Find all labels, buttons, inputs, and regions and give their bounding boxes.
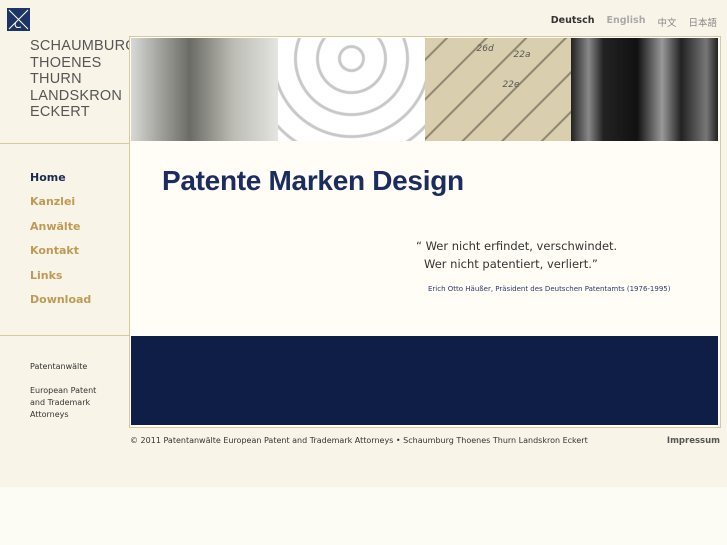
wire-image xyxy=(277,38,425,141)
navy-panel xyxy=(131,336,718,425)
quote-line: Wer nicht patentiert, verliert.” xyxy=(424,257,598,271)
drawing-label: 22e xyxy=(502,80,520,90)
quote-line: “ Wer nicht erfindet, verschwindet. xyxy=(416,239,618,253)
tagline-text: and Trademark xyxy=(30,398,91,407)
patent-drawing-image: 26d 22a 22e xyxy=(424,38,572,141)
gear-image xyxy=(131,38,278,141)
nav-kontakt[interactable]: Kontakt xyxy=(30,239,91,263)
divider xyxy=(0,335,130,336)
metal-image xyxy=(571,38,718,141)
firm-name-line: LANDSKRON xyxy=(30,87,123,104)
tagline-text: Attorneys xyxy=(30,410,69,419)
nav-kanzlei[interactable]: Kanzlei xyxy=(30,190,91,214)
lang-chinese[interactable]: 中文 xyxy=(657,15,676,29)
logo-icon[interactable] xyxy=(7,8,30,31)
nav-anwaelte[interactable]: Anwälte xyxy=(30,215,91,239)
lang-english[interactable]: English xyxy=(606,15,645,29)
nav-download[interactable]: Download xyxy=(30,288,91,312)
tagline-text: European Patent xyxy=(30,386,97,395)
divider xyxy=(0,143,130,144)
firm-name-line: THURN xyxy=(30,71,82,87)
drawing-label: 26d xyxy=(476,44,494,54)
quote-author: Erich Otto Häußer, Präsident des Deutsch… xyxy=(428,285,671,293)
firm-name-line: THOENES xyxy=(30,54,102,71)
footer-copyright: © 2011 Patentanwälte European Patent and… xyxy=(130,436,588,445)
firm-name: SCHAUMBURG THOENES THURN LANDSKRON ECKER… xyxy=(30,38,137,121)
page-title: Patente Marken Design xyxy=(162,165,464,196)
nav-links[interactable]: Links xyxy=(30,264,91,288)
lang-deutsch[interactable]: Deutsch xyxy=(551,15,595,29)
main-nav: Home Kanzlei Anwälte Kontakt Links Downl… xyxy=(30,166,91,312)
drawing-label: 22a xyxy=(513,50,531,60)
lang-japanese[interactable]: 日本語 xyxy=(688,15,717,29)
firm-name-line: SCHAUMBURG xyxy=(30,38,137,54)
firm-name-line: ECKERT xyxy=(30,104,90,120)
sidebar-tagline: Patentanwälte European Patent and Tradem… xyxy=(30,361,96,421)
tagline-text: Patentanwälte xyxy=(30,362,88,371)
language-switcher: Deutsch English 中文 日本語 xyxy=(551,15,717,29)
impressum-link[interactable]: Impressum xyxy=(667,436,720,446)
quote: “ Wer nicht erfindet, verschwindet. Wer … xyxy=(416,237,617,273)
nav-home[interactable]: Home xyxy=(30,166,91,190)
header-banner: 26d 22a 22e xyxy=(131,38,718,141)
